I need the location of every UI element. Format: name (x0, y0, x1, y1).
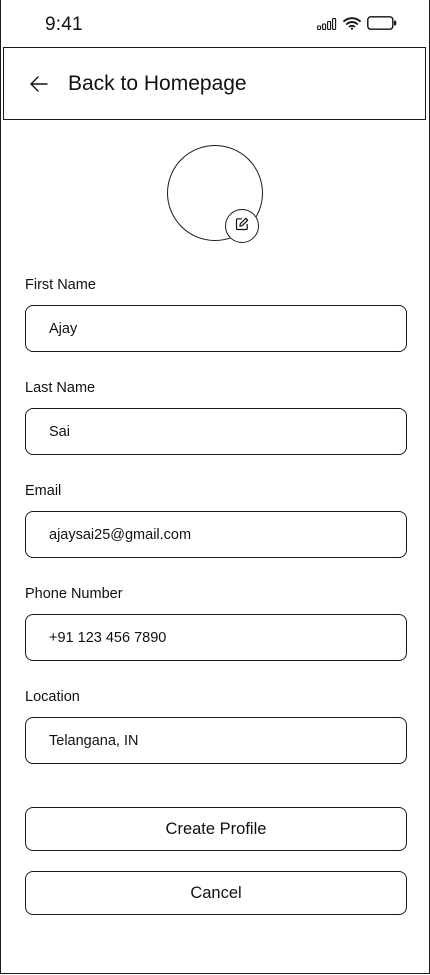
phone-number-field[interactable] (25, 614, 407, 661)
status-bar: 9:41 (1, 0, 429, 46)
arrow-left-icon[interactable] (28, 73, 50, 95)
status-time: 9:41 (45, 14, 83, 35)
email-field[interactable] (25, 511, 407, 558)
edit-avatar-button[interactable] (225, 209, 259, 243)
create-profile-button[interactable]: Create Profile (25, 807, 407, 851)
phone-number-label: Phone Number (25, 586, 123, 602)
signal-icon (317, 17, 337, 35)
wifi-icon (343, 16, 361, 35)
last-name-field[interactable] (25, 408, 407, 455)
location-label: Location (25, 689, 80, 705)
email-label: Email (25, 483, 62, 499)
back-to-homepage-header[interactable]: Back to Homepage (3, 47, 426, 120)
edit-icon (235, 217, 249, 236)
first-name-field[interactable] (25, 305, 407, 352)
cancel-button[interactable]: Cancel (25, 871, 407, 915)
profile-screen: 9:41 Back to Homepage First Name Ajay La… (0, 0, 430, 974)
last-name-label: Last Name (25, 380, 96, 396)
first-name-label: First Name (25, 277, 96, 293)
location-field[interactable] (25, 717, 407, 764)
status-icons (317, 16, 397, 35)
battery-icon (367, 16, 397, 35)
page-title: Back to Homepage (68, 71, 247, 95)
